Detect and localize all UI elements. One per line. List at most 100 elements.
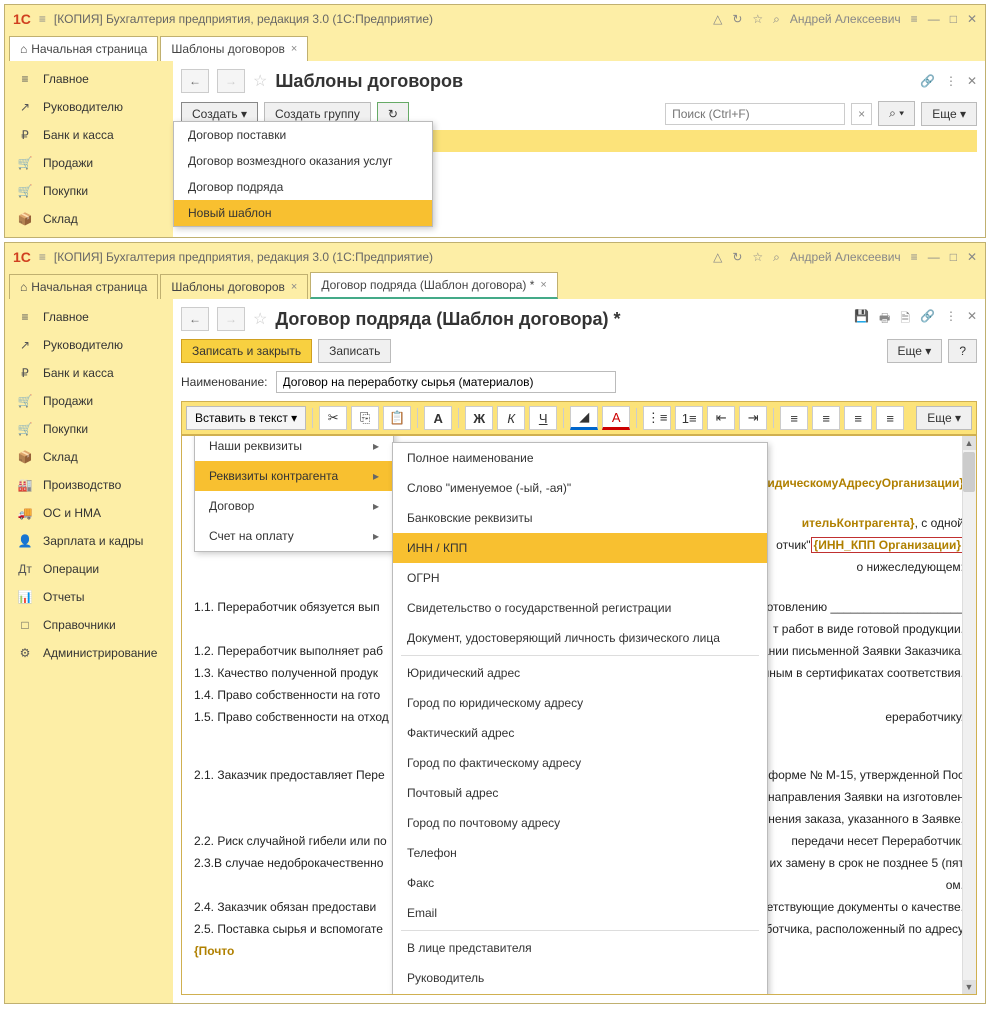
side-warehouse[interactable]: 📦Склад: [5, 205, 173, 233]
side-purchases-2[interactable]: 🛒Покупки: [5, 415, 173, 443]
req-actual-city[interactable]: Город по фактическому адресу: [393, 748, 767, 778]
side-assets[interactable]: 🚚ОС и НМА: [5, 499, 173, 527]
more-button-2[interactable]: Еще ▾: [887, 339, 943, 363]
help-button[interactable]: ?: [948, 339, 977, 363]
scrollbar-thumb[interactable]: [963, 452, 975, 492]
scrollbar[interactable]: ▲ ▼: [962, 436, 976, 994]
req-ogrn[interactable]: ОГРН: [393, 563, 767, 593]
clear-search-button[interactable]: ×: [851, 103, 872, 125]
numbers-button[interactable]: 1≡: [675, 406, 703, 430]
save-button[interactable]: Записать: [318, 339, 391, 363]
req-actual-addr[interactable]: Фактический адрес: [393, 718, 767, 748]
link-icon[interactable]: 🔗: [920, 74, 935, 88]
scroll-down-button[interactable]: ▼: [962, 980, 976, 994]
side-bank[interactable]: ₽Банк и касса: [5, 121, 173, 149]
align-center-button[interactable]: ≡: [812, 406, 840, 430]
align-left-button[interactable]: ≡: [780, 406, 808, 430]
bullets-button[interactable]: ⋮≡: [643, 406, 671, 430]
close-page-icon[interactable]: ✕: [967, 309, 977, 330]
search-icon[interactable]: ⌕: [773, 12, 780, 27]
menu-new-template[interactable]: Новый шаблон: [174, 200, 432, 226]
side-hr[interactable]: 👤Зарплата и кадры: [5, 527, 173, 555]
menu-contract-sub[interactable]: Договор▸: [195, 491, 393, 521]
back-button-2[interactable]: ←: [181, 307, 209, 331]
more-icon[interactable]: ⋮: [945, 74, 957, 88]
req-id[interactable]: Документ, удостоверяющий личность физиче…: [393, 623, 767, 653]
side-sales[interactable]: 🛒Продажи: [5, 149, 173, 177]
side-ops[interactable]: ДтОперации: [5, 555, 173, 583]
side-admin[interactable]: ⚙Администрирование: [5, 639, 173, 667]
req-fax[interactable]: Факс: [393, 868, 767, 898]
search-go-button[interactable]: ⌕ ▾: [878, 101, 915, 126]
req-rep[interactable]: В лице представителя: [393, 933, 767, 963]
copy-button[interactable]: ⎘: [351, 406, 379, 430]
hamburger-icon-2[interactable]: ≡: [39, 250, 46, 264]
side-manager[interactable]: ↗Руководителю: [5, 93, 173, 121]
save-icon[interactable]: 💾: [854, 309, 869, 330]
user-name[interactable]: Андрей Алексеевич: [790, 12, 901, 26]
tab-home-2[interactable]: ⌂ Начальная страница: [9, 274, 158, 299]
more-button-3[interactable]: Еще ▾: [916, 406, 972, 430]
side-purchases[interactable]: 🛒Покупки: [5, 177, 173, 205]
back-button[interactable]: ←: [181, 69, 209, 93]
minimize-icon[interactable]: —: [928, 250, 940, 264]
font-button[interactable]: A: [424, 406, 452, 430]
document-editor[interactable]: Договор подряда № {НомерДоговора} Юридич…: [181, 435, 977, 995]
minimize-icon[interactable]: —: [928, 12, 940, 26]
forward-button[interactable]: →: [217, 69, 245, 93]
outdent-button[interactable]: ⇤: [707, 406, 735, 430]
close-icon[interactable]: ✕: [967, 12, 977, 26]
tab-close-icon[interactable]: ×: [540, 279, 546, 291]
side-main-2[interactable]: ≡Главное: [5, 303, 173, 331]
more-icon[interactable]: ⋮: [945, 309, 957, 330]
menu-contract[interactable]: Договор подряда: [174, 174, 432, 200]
req-inn[interactable]: ИНН / КПП: [393, 533, 767, 563]
side-refs[interactable]: □Справочники: [5, 611, 173, 639]
doc-icon[interactable]: 🗎: [900, 309, 910, 330]
side-warehouse-2[interactable]: 📦Склад: [5, 443, 173, 471]
side-production[interactable]: 🏭Производство: [5, 471, 173, 499]
req-fullname[interactable]: Полное наименование: [393, 443, 767, 473]
menu-our-req[interactable]: Наши реквизиты▸: [195, 435, 393, 461]
print-icon[interactable]: 🖶: [879, 309, 890, 330]
history-icon[interactable]: ↻: [732, 250, 742, 264]
side-bank-2[interactable]: ₽Банк и касса: [5, 359, 173, 387]
insert-text-button[interactable]: Вставить в текст ▾: [186, 406, 306, 430]
menu-supply[interactable]: Договор поставки: [174, 122, 432, 148]
user-menu-icon[interactable]: ≡: [911, 250, 918, 264]
user-menu-icon[interactable]: ≡: [911, 12, 918, 26]
maximize-icon[interactable]: □: [950, 250, 957, 264]
hamburger-icon[interactable]: ≡: [39, 12, 46, 26]
side-main[interactable]: ≡Главное: [5, 65, 173, 93]
bold-button[interactable]: Ж: [465, 406, 493, 430]
search-input[interactable]: [665, 103, 845, 125]
italic-button[interactable]: К: [497, 406, 525, 430]
req-post-addr[interactable]: Почтовый адрес: [393, 778, 767, 808]
link-icon[interactable]: 🔗: [920, 309, 935, 330]
fav-icon[interactable]: ☆: [253, 71, 267, 91]
star-icon[interactable]: ☆: [752, 12, 763, 26]
tab-home[interactable]: ⌂ Начальная страница: [9, 36, 158, 61]
req-legal-addr[interactable]: Юридический адрес: [393, 658, 767, 688]
tab-contract[interactable]: Договор подряда (Шаблон договора) * ×: [310, 272, 558, 299]
side-sales-2[interactable]: 🛒Продажи: [5, 387, 173, 415]
req-post-city[interactable]: Город по почтовому адресу: [393, 808, 767, 838]
forward-button-2[interactable]: →: [217, 307, 245, 331]
paste-button[interactable]: 📋: [383, 406, 411, 430]
bell-icon[interactable]: △: [713, 250, 722, 264]
align-justify-button[interactable]: ≡: [876, 406, 904, 430]
req-cert[interactable]: Свидетельство о государственной регистра…: [393, 593, 767, 623]
user-name-2[interactable]: Андрей Алексеевич: [790, 250, 901, 264]
close-page-icon[interactable]: ✕: [967, 74, 977, 88]
close-icon[interactable]: ✕: [967, 250, 977, 264]
req-head[interactable]: Руководитель: [393, 963, 767, 993]
maximize-icon[interactable]: □: [950, 12, 957, 26]
req-phone[interactable]: Телефон: [393, 838, 767, 868]
tab-close-icon[interactable]: ×: [291, 281, 297, 293]
req-legal-city[interactable]: Город по юридическому адресу: [393, 688, 767, 718]
menu-invoice[interactable]: Счет на оплату▸: [195, 521, 393, 551]
name-input[interactable]: [276, 371, 616, 393]
more-button[interactable]: Еще ▾: [921, 102, 977, 126]
star-icon[interactable]: ☆: [752, 250, 763, 264]
req-head-decl[interactable]: Руководитель (склонения)▸: [393, 993, 767, 995]
